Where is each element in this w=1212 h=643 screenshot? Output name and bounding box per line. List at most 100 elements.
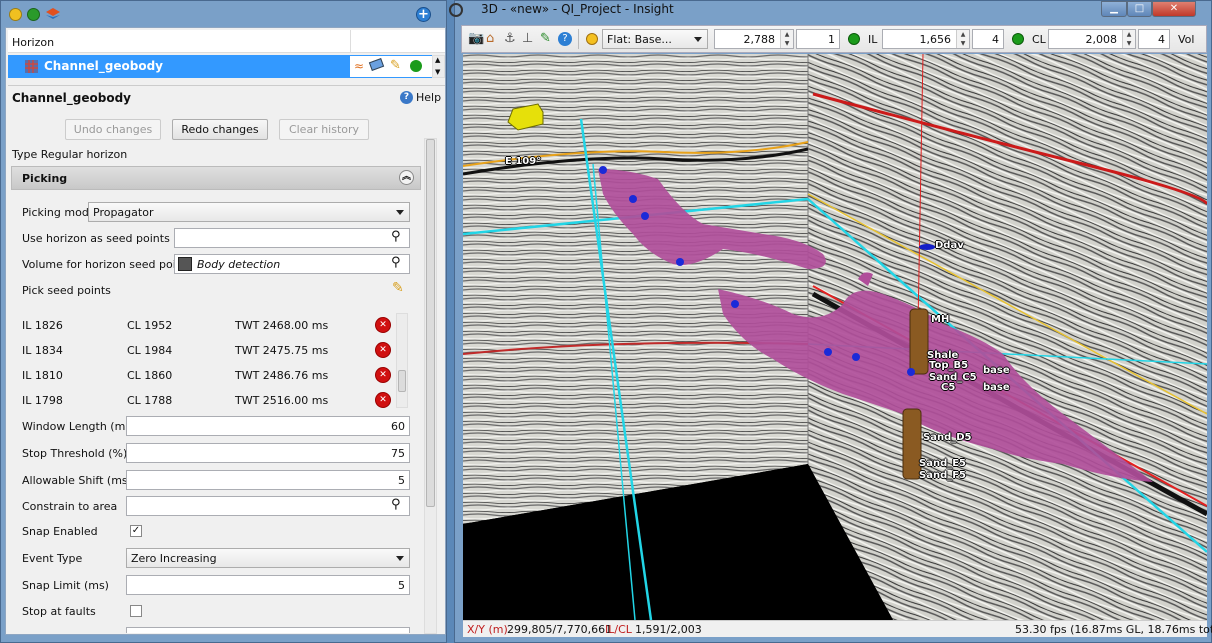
help-icon[interactable]: ? <box>558 32 572 46</box>
delete-seed-icon[interactable]: ✕ <box>376 393 390 407</box>
well-label-ddav[interactable]: Ddav <box>935 240 964 251</box>
3d-viewport[interactable]: E 109° Ddav MH Shale Top_B5 Sand_C5 C5 b… <box>463 54 1207 620</box>
chevron-down-icon <box>396 556 404 561</box>
depth-input[interactable]: 2,788 ▲ ▼ <box>714 29 794 49</box>
stop-threshold-input[interactable]: 75 <box>126 443 410 463</box>
left-titlebar: + <box>5 4 445 26</box>
vol-label: Vol <box>1178 33 1195 46</box>
view-3d-icon <box>449 3 463 17</box>
cl-spinner[interactable]: ▲ ▼ <box>1122 30 1135 48</box>
window-length-label: Window Length (ms) <box>22 420 136 433</box>
depth-value: 2,788 <box>743 33 776 46</box>
camera-icon[interactable]: 📷 <box>468 32 484 46</box>
anchor-icon[interactable]: ⚓ <box>504 32 516 46</box>
seed-scroll-thumb[interactable] <box>398 370 406 392</box>
redo-changes-button[interactable]: Redo changes <box>172 119 268 140</box>
seed-twt: TWT 2486.76 ms <box>235 369 329 382</box>
add-icon[interactable]: + <box>416 7 431 22</box>
il-step-input[interactable]: 4 <box>972 29 1004 49</box>
eraser-icon[interactable] <box>368 58 385 71</box>
well-label-mh[interactable]: MH <box>931 314 949 325</box>
picking-mode-select[interactable]: Propagator <box>88 202 410 222</box>
cl-value: 2,008 <box>1085 33 1118 46</box>
search-icon[interactable]: ⚲ <box>391 497 401 512</box>
cl-visible-icon[interactable] <box>1012 33 1024 45</box>
seed-twt: TWT 2468.00 ms <box>235 319 329 332</box>
delete-seed-icon[interactable]: ✕ <box>376 368 390 382</box>
horizon-list-header: Horizon <box>8 30 445 53</box>
window-length-input[interactable]: 60 <box>126 416 410 436</box>
pencil-icon[interactable]: ✎ <box>392 280 404 296</box>
marker-top-b5: Top_B5 <box>929 360 969 371</box>
snap-enabled-checkbox[interactable]: ✓ <box>130 525 142 537</box>
marker-sand-f5: Sand_F5 <box>919 470 967 481</box>
cl-input[interactable]: 2,008 ▲ ▼ <box>1048 29 1136 49</box>
depth-step-input[interactable]: 1 <box>796 29 840 49</box>
seed-il: IL 1826 <box>22 319 63 332</box>
help-icon[interactable]: ? <box>400 91 413 104</box>
panel-scroll-thumb[interactable] <box>426 139 435 507</box>
yellow-status-icon <box>9 8 22 21</box>
minimize-button[interactable]: ▁ <box>1101 1 1127 17</box>
snap-limit-input[interactable]: 5 <box>126 575 410 595</box>
scroll-up-icon[interactable]: ▲ <box>435 56 440 64</box>
xy-value: 299,805/7,770,661 <box>507 623 613 636</box>
3d-view-window: 3D - «new» - QI_Project - Insight ▁ □ ✕ … <box>449 0 1212 643</box>
maximize-button[interactable]: □ <box>1127 1 1152 17</box>
marker-base-1: base <box>983 365 1010 376</box>
il-label: IL <box>868 33 878 46</box>
flatten-value: Flat: Base... <box>607 33 672 46</box>
seed-cl: CL 1860 <box>127 369 173 382</box>
event-type-select[interactable]: Zero Increasing <box>126 548 410 568</box>
cl-step-input[interactable]: 4 <box>1138 29 1170 49</box>
il-visible-icon[interactable] <box>848 33 860 45</box>
search-icon[interactable]: ⚲ <box>391 255 401 270</box>
wrench-icon[interactable]: ✎ <box>540 32 551 46</box>
stop-faults-label: Stop at faults <box>22 605 96 618</box>
marker-sand-d5: Sand_D5 <box>923 432 972 443</box>
seed-cl: CL 1984 <box>127 344 173 357</box>
horizon-item-label: Channel_geobody <box>44 59 164 73</box>
picking-section-header[interactable]: Picking ︽ <box>11 166 421 190</box>
volume-cube-icon <box>178 257 192 271</box>
volume-seed-field[interactable]: Body detection <box>174 254 410 274</box>
collapse-icon[interactable]: ︽ <box>399 170 414 185</box>
delete-seed-icon[interactable]: ✕ <box>376 318 390 332</box>
well-cylinder-upper <box>909 308 929 375</box>
constrain-area-field[interactable] <box>126 496 410 516</box>
scroll-down-icon[interactable]: ▼ <box>435 68 440 76</box>
panel-scrollbar[interactable] <box>424 138 437 634</box>
picking-mode-label: Picking mode <box>22 206 96 219</box>
undo-changes-button[interactable]: Undo changes <box>65 119 161 140</box>
seed-twt: TWT 2475.75 ms <box>235 344 329 357</box>
use-horizon-field[interactable] <box>174 228 410 248</box>
layers-icon[interactable] <box>45 6 61 22</box>
azimuth-label: E 109° <box>505 156 542 167</box>
measure-icon[interactable]: ⊥ <box>522 32 533 46</box>
allowable-shift-input[interactable]: 5 <box>126 470 410 490</box>
status-bar: X/Y (m) 299,805/7,770,661 IL/CL 1,591/2,… <box>463 620 1212 637</box>
clear-history-button[interactable]: Clear history <box>279 119 369 140</box>
delete-seed-icon[interactable]: ✕ <box>376 343 390 357</box>
pencil-icon[interactable]: ✎ <box>390 58 401 73</box>
stop-faults-checkbox[interactable] <box>130 605 142 617</box>
il-spinner[interactable]: ▲ ▼ <box>956 30 969 48</box>
event-type-value: Zero Increasing <box>131 552 217 565</box>
flatten-status-icon <box>586 33 598 45</box>
search-icon[interactable]: ⚲ <box>391 229 401 244</box>
depth-spinner[interactable]: ▲ ▼ <box>780 30 793 48</box>
list-scrollbar[interactable]: ▲ ▼ <box>432 55 445 78</box>
help-link[interactable]: Help <box>416 91 441 104</box>
visible-status-icon[interactable] <box>410 60 422 72</box>
horizon-window: + Horizon Channel_geobody ≈ ✎ ▲ ▼ Channe… <box>0 0 447 643</box>
flatten-select[interactable]: Flat: Base... <box>602 29 708 49</box>
home-icon[interactable]: ⌂ <box>486 32 494 46</box>
stop-threshold-label: Stop Threshold (%) <box>22 447 128 460</box>
seed-il: IL 1810 <box>22 369 63 382</box>
horizon-style-icon[interactable]: ≈ <box>354 59 364 73</box>
fps-readout: 53.30 fps (16.87ms GL, 18.76ms total) <box>1015 623 1212 636</box>
toolbar-separator <box>578 29 579 49</box>
il-input[interactable]: 1,656 ▲ ▼ <box>882 29 970 49</box>
seed-list-scrollbar[interactable] <box>396 313 408 408</box>
close-button[interactable]: ✕ <box>1152 1 1196 17</box>
